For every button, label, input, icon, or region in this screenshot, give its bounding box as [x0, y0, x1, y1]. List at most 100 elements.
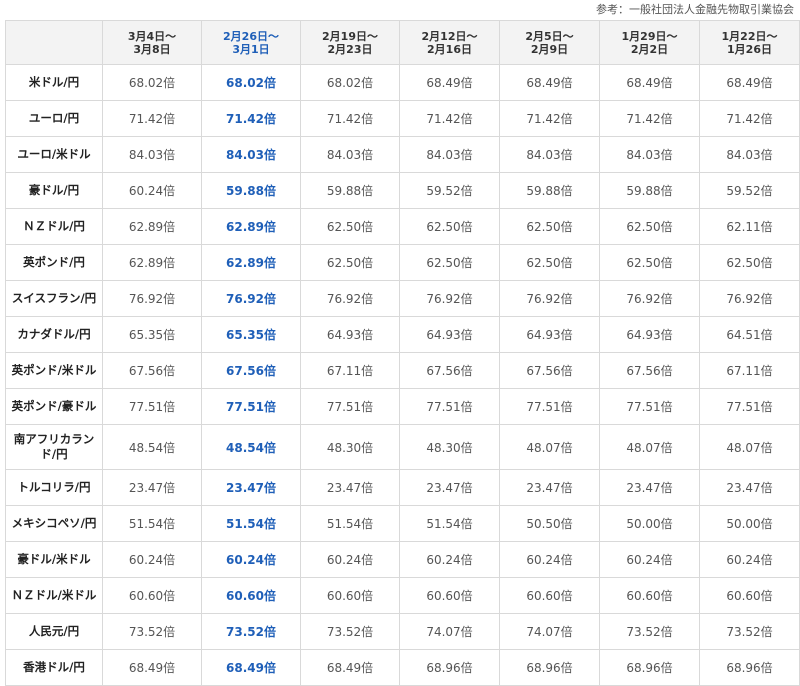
leverage-cell: 65.35倍 [102, 316, 202, 353]
leverage-cell: 67.11倍 [699, 352, 800, 389]
leverage-cell: 59.52倍 [699, 172, 800, 209]
leverage-cell: 73.52倍 [699, 613, 800, 650]
column-header-start: 2月12日～ [421, 29, 478, 43]
leverage-cell: 73.52倍 [599, 613, 700, 650]
table-row: カナダドル/円 65.35倍 65.35倍 64.93倍 64.93倍 64.93倍 64.… [5, 316, 800, 353]
leverage-cell: 71.42倍 [201, 100, 301, 137]
leverage-cell: 48.07倍 [699, 424, 800, 470]
leverage-cell: 84.03倍 [201, 136, 301, 173]
leverage-cell: 77.51倍 [599, 388, 700, 425]
leverage-cell: 23.47倍 [599, 469, 700, 506]
leverage-cell: 76.92倍 [201, 280, 301, 317]
table-row: 英ポンド/豪ドル 77.51倍 77.51倍 77.51倍 77.51倍 77.51倍 77… [5, 388, 800, 425]
leverage-cell: 68.96倍 [399, 649, 500, 686]
leverage-cell: 62.50倍 [399, 208, 500, 245]
table-row: 米ドル/円 68.02倍 68.02倍 68.02倍 68.49倍 68.49倍 68.49… [5, 64, 800, 101]
leverage-cell: 48.30倍 [300, 424, 400, 470]
table-row: トルコリラ/円 23.47倍 23.47倍 23.47倍 23.47倍 23.47倍 23.… [5, 469, 800, 506]
leverage-cell: 62.50倍 [699, 244, 800, 281]
leverage-cell: 51.54倍 [399, 505, 500, 542]
table-row: スイスフラン/円 76.92倍 76.92倍 76.92倍 76.92倍 76.92倍 76… [5, 280, 800, 317]
column-header: 2月26日～ 3月1日 [201, 20, 301, 65]
leverage-cell: 23.47倍 [300, 469, 400, 506]
column-header-end: 2月2日 [630, 42, 669, 56]
leverage-cell: 73.52倍 [201, 613, 301, 650]
leverage-cell: 76.92倍 [599, 280, 700, 317]
currency-pair-label: 英ポンド/豪ドル [5, 388, 103, 425]
leverage-cell: 48.07倍 [599, 424, 700, 470]
leverage-cell: 67.11倍 [300, 352, 400, 389]
leverage-cell: 23.47倍 [201, 469, 301, 506]
leverage-cell: 51.54倍 [102, 505, 202, 542]
leverage-cell: 68.96倍 [599, 649, 700, 686]
leverage-cell: 68.49倍 [300, 649, 400, 686]
leverage-cell: 60.24倍 [102, 172, 202, 209]
leverage-cell: 76.92倍 [699, 280, 800, 317]
leverage-cell: 60.60倍 [599, 577, 700, 614]
column-header-end: 2月23日 [327, 42, 373, 56]
leverage-cell: 73.52倍 [102, 613, 202, 650]
column-header: 1月29日～ 2月2日 [599, 20, 700, 65]
leverage-cell: 76.92倍 [300, 280, 400, 317]
table-row: 豪ドル/円 60.24倍 59.88倍 59.88倍 59.52倍 59.88倍 59.88… [5, 172, 800, 209]
currency-pair-label: カナダドル/円 [5, 316, 103, 353]
leverage-cell: 60.60倍 [102, 577, 202, 614]
currency-pair-label: メキシコペソ/円 [5, 505, 103, 542]
source-note: 参考：一般社団法人金融先物取引業協会 [596, 3, 794, 16]
column-header: 1月22日～ 1月26日 [699, 20, 800, 65]
leverage-cell: 60.60倍 [201, 577, 301, 614]
leverage-cell: 84.03倍 [399, 136, 500, 173]
leverage-cell: 60.60倍 [499, 577, 600, 614]
leverage-cell: 77.51倍 [102, 388, 202, 425]
leverage-cell: 74.07倍 [399, 613, 500, 650]
leverage-cell: 62.89倍 [201, 244, 301, 281]
currency-pair-label: 英ポンド/米ドル [5, 352, 103, 389]
leverage-cell: 68.96倍 [499, 649, 600, 686]
leverage-cell: 64.93倍 [300, 316, 400, 353]
leverage-cell: 64.51倍 [699, 316, 800, 353]
currency-pair-label: 英ポンド/円 [5, 244, 103, 281]
leverage-cell: 65.35倍 [201, 316, 301, 353]
leverage-cell: 62.89倍 [102, 244, 202, 281]
table-row: メキシコペソ/円 51.54倍 51.54倍 51.54倍 51.54倍 50.50倍 50… [5, 505, 800, 542]
leverage-cell: 60.24倍 [399, 541, 500, 578]
leverage-cell: 68.02倍 [201, 64, 301, 101]
leverage-cell: 59.88倍 [201, 172, 301, 209]
leverage-cell: 50.00倍 [699, 505, 800, 542]
leverage-cell: 67.56倍 [201, 352, 301, 389]
column-header: 2月12日～ 2月16日 [399, 20, 500, 65]
table-body: 米ドル/円 68.02倍 68.02倍 68.02倍 68.49倍 68.49倍 68.49… [5, 64, 800, 686]
column-header-start: 2月19日～ [322, 29, 378, 43]
currency-pair-label: トルコリラ/円 [5, 469, 103, 506]
leverage-cell: 59.88倍 [599, 172, 700, 209]
currency-pair-label: 人民元/円 [5, 613, 103, 650]
leverage-cell: 62.50倍 [300, 208, 400, 245]
leverage-cell: 62.50倍 [599, 208, 700, 245]
corner-cell [5, 20, 103, 65]
leverage-cell: 77.51倍 [499, 388, 600, 425]
leverage-cell: 23.47倍 [499, 469, 600, 506]
leverage-cell: 64.93倍 [399, 316, 500, 353]
column-header: 3月4日～ 3月8日 [102, 20, 202, 65]
leverage-cell: 67.56倍 [499, 352, 600, 389]
leverage-cell: 23.47倍 [102, 469, 202, 506]
leverage-cell: 60.24倍 [499, 541, 600, 578]
leverage-cell: 59.88倍 [300, 172, 400, 209]
leverage-table: 3月4日～ 3月8日 2月26日～ 3月1日 2月19日～ 2月23日 2月12日～ 2月16… [5, 20, 800, 686]
table-row: ユーロ/米ドル 84.03倍 84.03倍 84.03倍 84.03倍 84.03倍 84.… [5, 136, 800, 173]
column-header: 2月5日～ 2月9日 [499, 20, 600, 65]
leverage-cell: 74.07倍 [499, 613, 600, 650]
currency-pair-label: ユーロ/円 [5, 100, 103, 137]
column-header-end: 1月26日 [727, 42, 772, 56]
column-header-start: 1月29日～ [621, 29, 678, 43]
currency-pair-label: 南アフリカランド/円 [5, 424, 103, 470]
leverage-cell: 68.49倍 [599, 64, 700, 101]
leverage-cell: 68.49倍 [399, 64, 500, 101]
leverage-cell: 77.51倍 [399, 388, 500, 425]
leverage-cell: 64.93倍 [599, 316, 700, 353]
leverage-cell: 71.42倍 [599, 100, 700, 137]
leverage-cell: 64.93倍 [499, 316, 600, 353]
leverage-cell: 84.03倍 [300, 136, 400, 173]
table-row: 南アフリカランド/円 48.54倍 48.54倍 48.30倍 48.30倍 48.07倍… [5, 424, 800, 470]
currency-pair-label: スイスフラン/円 [5, 280, 103, 317]
